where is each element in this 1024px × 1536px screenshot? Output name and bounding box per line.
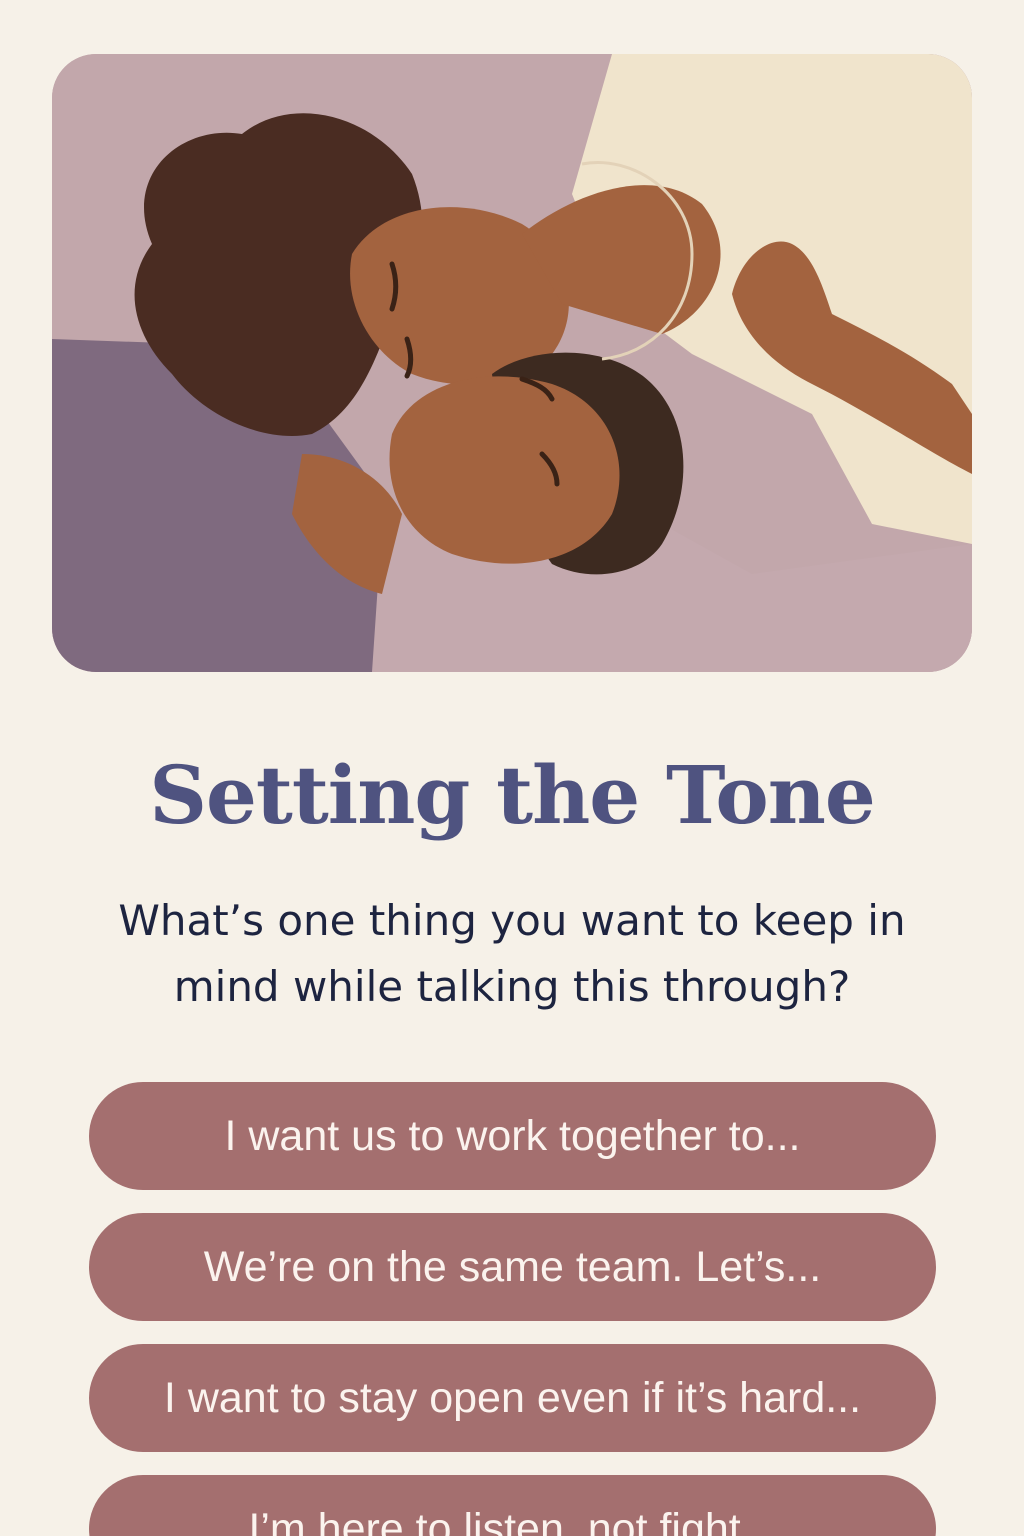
option-button-work-together[interactable]: I want us to work together to...: [89, 1082, 936, 1190]
couple-illustration: [52, 54, 972, 672]
option-button-same-team[interactable]: We’re on the same team. Let’s...: [89, 1213, 936, 1321]
page-title: Setting the Tone: [149, 748, 876, 842]
question-prompt: What’s one thing you want to keep in min…: [118, 896, 906, 1011]
response-options: I want us to work together to... We’re o…: [89, 1082, 936, 1536]
app-screen: Setting the Tone What’s one thing you wa…: [0, 0, 1024, 1536]
option-button-stay-open[interactable]: I want to stay open even if it’s hard...: [89, 1344, 936, 1452]
option-button-listen-not-fight[interactable]: I’m here to listen, not fight...: [89, 1475, 936, 1536]
hero-illustration: [52, 54, 972, 672]
